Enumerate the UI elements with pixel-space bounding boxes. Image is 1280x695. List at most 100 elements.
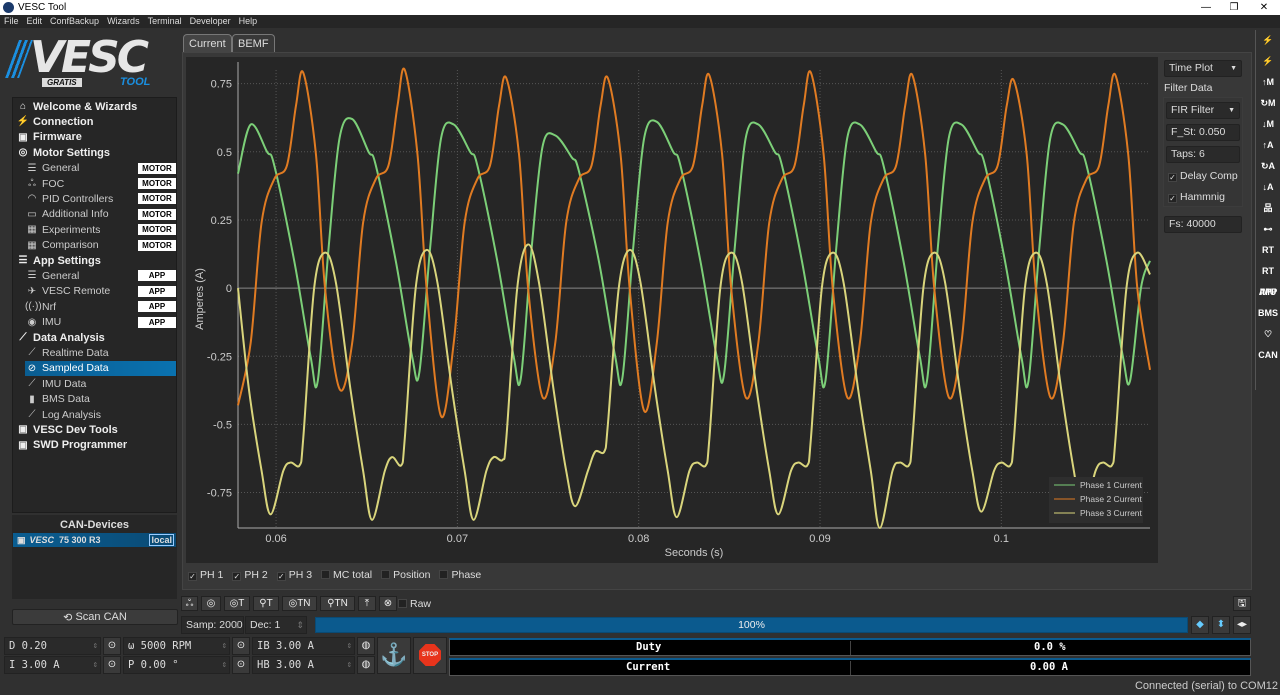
checkbox-box xyxy=(321,570,331,579)
brake-current-spinbox[interactable]: IB 3.00 A xyxy=(252,637,355,655)
toolbar--a-button[interactable]: ↓A xyxy=(1256,177,1280,198)
sample-tool-button-6[interactable]: ⤒ xyxy=(358,596,376,611)
checkbox-position[interactable]: Position xyxy=(381,569,430,581)
play-duty-button[interactable]: ⊙ xyxy=(103,637,121,655)
checkbox-phase[interactable]: Phase xyxy=(439,569,481,581)
plug-icon[interactable]: ⚡ xyxy=(1256,30,1280,51)
series-line-phase-2 xyxy=(237,67,1151,419)
anchor-icon[interactable]: ⚓ xyxy=(377,637,411,674)
fs-spinbox[interactable]: Fs: 40000 xyxy=(1164,216,1242,233)
checkbox-box xyxy=(381,570,391,579)
y-tick-label: 0.75 xyxy=(211,79,232,91)
checkbox-label: PH 3 xyxy=(288,569,313,581)
checkbox-label: PH 2 xyxy=(244,569,268,581)
rpm-spinbox[interactable]: ω 5000 RPM xyxy=(123,637,230,655)
checkbox-box xyxy=(398,599,407,608)
sample-tool-button-0[interactable]: ஃ xyxy=(181,596,198,611)
x-tick-label: 0.07 xyxy=(447,533,468,545)
x-tick-label: 0.06 xyxy=(265,533,286,545)
series-line-phase-3 xyxy=(237,243,1151,530)
checkbox-label: PH 1 xyxy=(200,569,224,581)
hamming-label: Hammnig xyxy=(1180,191,1225,203)
toolbar--m-button[interactable]: ↻M xyxy=(1256,93,1280,114)
filter-type-select[interactable]: FIR Filter ▼ xyxy=(1166,102,1240,119)
play-current-button[interactable]: ⊙ xyxy=(103,656,121,674)
checkbox-mc-total[interactable]: MC total xyxy=(321,569,372,581)
chevron-down-icon: ▼ xyxy=(1230,65,1237,72)
current-label: Current xyxy=(626,661,671,673)
unplug-icon[interactable]: ⚡ xyxy=(1256,51,1280,72)
sample-tool-button-2[interactable]: ◎T xyxy=(224,596,250,611)
handbrake-button[interactable]: ◍ xyxy=(357,656,375,674)
checkbox-label: MC total xyxy=(333,569,373,581)
x-tick-label: 0.1 xyxy=(994,533,1009,545)
duty-display: Duty 0.0 % xyxy=(449,638,1251,656)
legend-entry: Phase 2 Current xyxy=(1080,494,1143,504)
y-tick-label: -0.75 xyxy=(207,488,232,500)
f-st-spinbox[interactable]: F_St: 0.050 xyxy=(1166,124,1240,141)
duty-label: Duty xyxy=(636,641,662,653)
duty-spinbox[interactable]: D 0.20 xyxy=(4,637,101,655)
current-chart[interactable]: 0.75 0.5 0.25 0 -0.25 -0.5 -0.75 0.06 0.07 0.08 0.… xyxy=(0,0,1280,695)
current-spinbox[interactable]: I 3.00 A xyxy=(4,656,101,674)
sample-tool-button-4[interactable]: ◎TN xyxy=(282,596,317,611)
toolbar--m-button[interactable]: ↓M xyxy=(1256,114,1280,135)
toolbar--m-button[interactable]: ↑M xyxy=(1256,72,1280,93)
toolbar-rt-app-button[interactable]: RT APP xyxy=(1256,261,1280,297)
toolbar-can-button[interactable]: CAN xyxy=(1256,345,1280,366)
zoom-vertical-icon[interactable]: ⬍ xyxy=(1212,616,1230,634)
y-tick-label: 0.25 xyxy=(211,215,232,227)
y-tick-label: 0.5 xyxy=(217,147,232,159)
checkbox-box: ✓ xyxy=(232,572,242,581)
toolbar--a-button[interactable]: ↻A xyxy=(1256,156,1280,177)
filter-data-label: Filter Data xyxy=(1164,82,1213,94)
decimation-spinbox[interactable]: Dec: 1 xyxy=(245,616,307,634)
checkbox-box xyxy=(439,570,449,579)
heart-icon[interactable]: ♡ xyxy=(1256,324,1280,345)
duty-value: 0.0 % xyxy=(1034,641,1066,653)
toolbar-bms-button[interactable]: BMS xyxy=(1256,303,1280,324)
checkbox-label: Phase xyxy=(451,569,482,581)
toolbar-rt-button[interactable]: RT xyxy=(1256,240,1280,261)
delay-comp-checkbox[interactable]: ✓ Delay Comp xyxy=(1168,170,1238,182)
play-position-button[interactable]: ⊙ xyxy=(232,656,250,674)
position-spinbox[interactable]: P 0.00 ° xyxy=(123,656,230,674)
checkbox-ph-1[interactable]: ✓ PH 1 xyxy=(188,569,223,581)
sample-tool-button-1[interactable]: ◎ xyxy=(201,596,221,611)
sample-tool-button-5[interactable]: ⚲TN xyxy=(320,596,355,611)
plot-mode-value: Time Plot xyxy=(1169,62,1213,74)
legend-entry: Phase 1 Current xyxy=(1080,480,1143,490)
x-tick-label: 0.09 xyxy=(809,533,830,545)
checkbox-ph-3[interactable]: ✓ PH 3 xyxy=(276,569,313,581)
plot-mode-select[interactable]: Time Plot ▼ xyxy=(1164,60,1242,77)
checkbox-ph-2[interactable]: ✓ PH 2 xyxy=(232,569,268,581)
filter-type-value: FIR Filter xyxy=(1171,104,1215,116)
zoom-horizontal-icon[interactable]: ◆ xyxy=(1191,616,1209,634)
rescale-icon[interactable]: ◂▸ xyxy=(1233,616,1251,634)
handbrake-spinbox[interactable]: HB 3.00 A xyxy=(252,656,355,674)
stop-button[interactable]: STOP xyxy=(413,637,447,674)
raw-checkbox[interactable]: Raw xyxy=(398,598,431,610)
brake-button[interactable]: ◍ xyxy=(357,637,375,655)
y-tick-label: -0.25 xyxy=(207,351,232,363)
series-checkboxes: ✓ PH 1 ✓ PH 2 ✓ PH 3 MC total Position Phase xyxy=(188,569,481,581)
hamming-checkbox[interactable]: ✓ Hammnig xyxy=(1168,191,1225,203)
checkmark-icon: ✓ xyxy=(1168,173,1177,182)
legend-entry: Phase 3 Current xyxy=(1080,508,1143,518)
save-icon[interactable]: 🖫 xyxy=(1233,596,1251,611)
right-toolbar: ⚡ ⚡ ↑M ↻M ↓M ↑A ↻A ↓A 品 ⊷ RT RT APP IMU BMS ♡ CAN xyxy=(1255,30,1280,390)
samples-spinbox[interactable]: Samp: 2000 xyxy=(181,616,244,634)
y-tick-label: 0 xyxy=(226,283,232,295)
gamepad-icon[interactable]: ⊷ xyxy=(1256,219,1280,240)
sample-tool-button-7[interactable]: ⊗ xyxy=(379,596,397,611)
taps-spinbox[interactable]: Taps: 6 xyxy=(1166,146,1240,163)
checkbox-box: ✓ xyxy=(188,572,197,581)
current-value: 0.00 A xyxy=(1030,661,1068,673)
play-rpm-button[interactable]: ⊙ xyxy=(232,637,250,655)
toolbar--a-button[interactable]: ↑A xyxy=(1256,135,1280,156)
y-tick-label: -0.5 xyxy=(213,419,232,431)
sample-tool-button-3[interactable]: ⚲T xyxy=(253,596,279,611)
can-tree-icon[interactable]: 品 xyxy=(1256,198,1280,219)
raw-label: Raw xyxy=(410,598,432,610)
checkbox-box: ✓ xyxy=(276,572,286,581)
